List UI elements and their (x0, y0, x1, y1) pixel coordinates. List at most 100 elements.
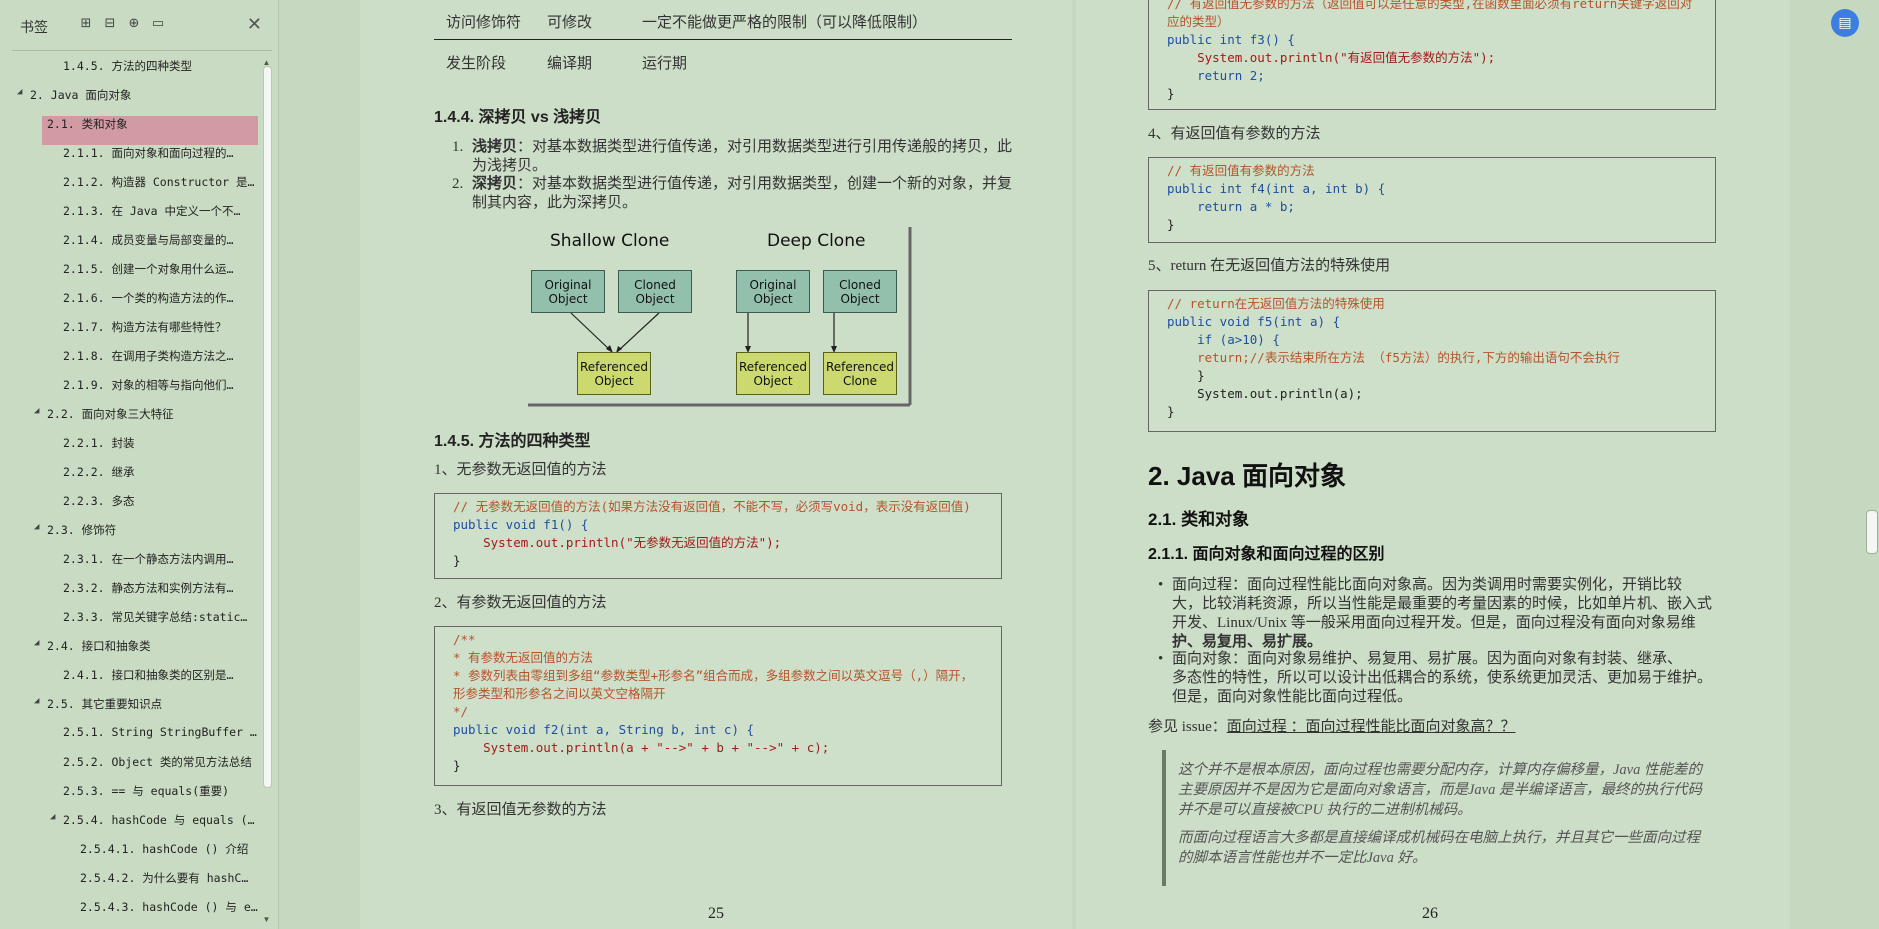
toc-item[interactable]: 2.1.2. 构造器 Constructor 是… (12, 174, 258, 203)
toc-item[interactable]: 2.1.6. 一个类的构造方法的作… (12, 290, 258, 319)
toc-item[interactable]: 2.5.4.2. 为什么要有 hashC… (12, 870, 258, 899)
expand-arrow-icon[interactable]: ◢ (34, 696, 39, 706)
toc-item[interactable]: 2.3.3. 常见关键字总结:static… (12, 609, 258, 638)
toc-item-label: 2.5.1. String StringBuffer … (63, 725, 257, 739)
method-caption: 4、有返回值有参数的方法 (1148, 126, 1321, 142)
toc-item[interactable]: 2.2.1. 封装 (12, 435, 258, 464)
blockquote: 这个并不是根本原因，面向过程也需要分配内存，计算内存偏移量，Java 性能差的 … (1162, 750, 1716, 886)
toc-item[interactable]: 2.3.2. 静态方法和实例方法有… (12, 580, 258, 609)
toc-item[interactable]: 2.5.4.3. hashCode () 与 e… (12, 899, 258, 928)
toc-item[interactable]: 2.2.3. 多态 (12, 493, 258, 522)
code-block: /** * 有参数无返回值的方法 * 参数列表由零组到多组“参数类型+形参名”组… (434, 626, 1002, 786)
code-block: // 有返回值有参数的方法 public int f4(int a, int b… (1148, 157, 1716, 243)
page-number: 25 (708, 905, 724, 922)
subsection-heading: 2.1.1. 面向对象和面向过程的区别 (1148, 546, 1385, 563)
toc-item[interactable]: ◢ 2.4. 接口和抽象类 (12, 638, 258, 667)
toc-item-label: 2.2. 面向对象三大特征 (47, 407, 174, 421)
code-block: // 有返回值无参数的方法（返回值可以是任意的类型,在函数里面必须有return… (1148, 0, 1716, 110)
toc-item-label: 2.2.2. 继承 (63, 465, 135, 479)
quote-text: 这个并不是根本原因，面向过程也需要分配内存，计算内存偏移量，Java 性能差的 (1178, 762, 1702, 778)
toc-item-label: 2.1.5. 创建一个对象用什么运… (63, 262, 234, 276)
toc-item-label: 2.5.4.2. 为什么要有 hashC… (80, 871, 249, 885)
list-text: ：对基本数据类型进行值传递，对引用数据类型，创建一个新的对象，并复 (517, 176, 1013, 192)
bullet-text: 开发、Linux/Unix 等一般采用面向过程开发。但是，面向过程没有面向对象易… (1172, 615, 1696, 631)
sidebar-scroll-thumb[interactable] (263, 66, 272, 788)
bookmark-options-icon[interactable]: ▭ (150, 16, 166, 32)
heading-deep-vs-shallow: 1.4.4. 深拷贝 vs 浅拷贝 (434, 109, 602, 126)
method-caption: 2、有参数无返回值的方法 (434, 595, 607, 611)
toc-item[interactable]: 2.1.8. 在调用子类构造方法之… (12, 348, 258, 377)
add-bookmark-icon[interactable]: ⊕ (126, 16, 142, 32)
expand-arrow-icon[interactable]: ◢ (50, 812, 55, 822)
table-cell: 编译期 (547, 56, 593, 72)
toc-item-label: 2.3.1. 在一个静态方法内调用… (63, 552, 234, 566)
toc-item[interactable]: ◢ 2. Java 面向对象 (12, 87, 258, 116)
document-page-25: 访问修饰符 可修改 一定不能做更严格的限制（可以降低限制） 发生阶段 编译期 运… (360, 0, 1072, 929)
expand-all-icon[interactable]: ⊞ (78, 16, 94, 32)
bullet-icon: • (1158, 651, 1164, 667)
toc-item[interactable]: 2.5.4.1. hashCode () 介绍 (12, 841, 258, 870)
bullet-text: 大，比较消耗资源，所以当性能是最重要的考量因素的时候，比如单片机、嵌入式 (1172, 596, 1713, 612)
bullet-text: 多态性的特性，所以可以设计出低耦合的系统，使系统更加灵活、更加易于维护。 (1172, 670, 1713, 686)
sidebar-scrollbar[interactable]: ▲ ▼ (261, 58, 272, 924)
code-line: } (1167, 86, 1175, 101)
diagram-title-shallow: Shallow Clone (550, 231, 670, 251)
code-line: System.out.println("无参数无返回值的方法"); (453, 535, 782, 550)
toc-item-label: 2.1.7. 构造方法有哪些特性？ (63, 320, 227, 334)
toc-item[interactable]: ◢ 2.2. 面向对象三大特征 (12, 406, 258, 435)
code-comment: 应的类型） (1167, 14, 1230, 29)
toc-item[interactable]: ◢ 2.5. 其它重要知识点 (12, 696, 258, 725)
toc-item-label: 2.5.2. Object 类的常见方法总结 (63, 755, 252, 769)
expand-arrow-icon[interactable]: ◢ (34, 522, 39, 532)
code-line: public void f5(int a) { (1167, 314, 1341, 329)
floating-tool-icon[interactable]: ▤ (1831, 9, 1859, 37)
toc-item[interactable]: 2.4.1. 接口和抽象类的区别是… (12, 667, 258, 696)
document-scroll-thumb[interactable] (1866, 510, 1878, 554)
issue-reference: 参见 issue：面向过程 ：面向过程性能比面向对象高？？ (1148, 718, 1516, 737)
scroll-down-icon[interactable]: ▼ (261, 915, 272, 924)
toc-item[interactable]: 2.2.2. 继承 (12, 464, 258, 493)
list-text: 制其内容，此为深拷贝。 (472, 195, 638, 211)
toc-item[interactable]: 2.5.1. String StringBuffer … (12, 725, 258, 754)
list-number: 2. (452, 176, 464, 192)
bookmark-sidebar: 书签 ⊞ ⊟ ⊕ ▭ ✕ 1.4.5. 方法的四种类型 ◢ 2. Java 面向对象… (0, 0, 279, 929)
expand-arrow-icon[interactable]: ◢ (34, 638, 39, 648)
toc-item[interactable]: 2.1.5. 创建一个对象用什么运… (12, 261, 258, 290)
code-line: System.out.println("有返回值无参数的方法"); (1167, 50, 1496, 65)
toc-item[interactable]: ◢2.1. 类和对象 (42, 116, 258, 145)
method-caption: 3、有返回值无参数的方法 (434, 802, 607, 818)
toc-item[interactable]: 2.5.3. == 与 equals(重要) (12, 783, 258, 812)
code-comment: // return在无返回值方法的特殊使用 (1167, 296, 1385, 311)
toc-item[interactable]: 2.3.1. 在一个静态方法内调用… (12, 551, 258, 580)
toc-item[interactable]: 2.1.7. 构造方法有哪些特性？ (12, 319, 258, 348)
issue-link[interactable]: 面向过程 ：面向过程性能比面向对象高？？ (1227, 719, 1516, 735)
document-page-26: // 有返回值无参数的方法（返回值可以是任意的类型,在函数里面必须有return… (1076, 0, 1790, 929)
toc-item-label: 2.1.3. 在 Java 中定义一个不… (63, 204, 241, 218)
toc-item-label: 2.2.3. 多态 (63, 494, 135, 508)
toc-item[interactable]: ◢ 2.3. 修饰符 (12, 522, 258, 551)
toc-item[interactable]: 2.1.1. 面向对象和面向过程的… (12, 145, 258, 174)
code-block: // 无参数无返回值的方法(如果方法没有返回值，不能不写，必须写void，表示没… (434, 493, 1002, 579)
diagram-node: Referenced Object (736, 352, 810, 395)
diagram-node: Cloned Object (618, 270, 692, 313)
expand-arrow-icon[interactable]: ◢ (17, 87, 22, 97)
toc-item[interactable]: 2.1.3. 在 Java 中定义一个不… (12, 203, 258, 232)
toc-item-label: 2.2.1. 封装 (63, 436, 135, 450)
close-icon[interactable]: ✕ (247, 14, 262, 35)
toc-item[interactable]: ◢ 2.5.4. hashCode 与 equals (… (12, 812, 258, 841)
code-comment: * 有参数无返回值的方法 (453, 650, 594, 665)
toc-item-label: 2.5.4.1. hashCode () 介绍 (80, 842, 249, 856)
toc-item[interactable]: 2.1.9. 对象的相等与指向他们… (12, 377, 258, 406)
toc-item[interactable]: 1.4.5. 方法的四种类型 (12, 58, 258, 87)
diagram-node: Referenced Object (577, 352, 651, 395)
toc-item[interactable]: 2.5.2. Object 类的常见方法总结 (12, 754, 258, 783)
code-line: public void f1() { (453, 517, 589, 532)
toc-item-label: 1.4.5. 方法的四种类型 (63, 59, 192, 73)
diagram-title-deep: Deep Clone (767, 231, 866, 251)
collapse-all-icon[interactable]: ⊟ (102, 16, 118, 32)
toc-item-label: 2.1.2. 构造器 Constructor 是… (63, 175, 255, 189)
toc-item[interactable]: 2.1.4. 成员变量与局部变量的… (12, 232, 258, 261)
code-line: if (a>10) { (1167, 332, 1280, 347)
expand-arrow-icon[interactable]: ◢ (34, 406, 39, 416)
quote-text: 主要原因并不是因为它是面向对象语言，而是Java 是半编译语言，最终的执行代码 (1178, 782, 1702, 798)
